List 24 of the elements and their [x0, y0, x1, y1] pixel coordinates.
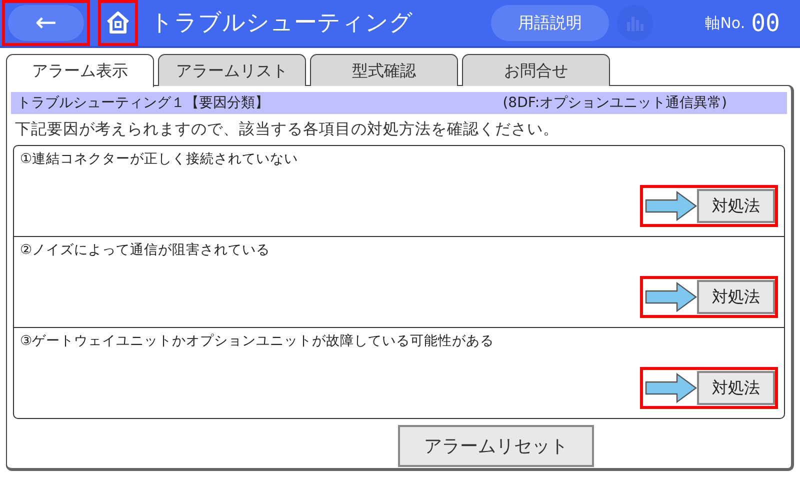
- arrow-icon: [645, 281, 697, 314]
- bar-chart-icon: [626, 15, 644, 31]
- remedy-button[interactable]: 対処法: [697, 371, 775, 406]
- remedy-button[interactable]: 対処法: [697, 189, 775, 224]
- tab[interactable]: アラームリスト: [158, 54, 306, 86]
- arrow-icon: [645, 372, 697, 404]
- tab[interactable]: お問合せ: [462, 54, 610, 86]
- section-title: トラブルシューティング１【要因分類】: [17, 94, 269, 112]
- cause-text: ①連結コネクターが正しく接続されていない: [20, 150, 300, 170]
- axis-label: 軸No.: [705, 12, 746, 34]
- alarm-reset-button[interactable]: アラームリセット: [398, 425, 594, 468]
- screen-title: トラブルシューティング: [150, 8, 413, 38]
- cause-text: ②ノイズによって通信が阻害されている: [20, 241, 272, 260]
- alarm-code: (8DF:オプションユニット通信異常): [502, 94, 727, 112]
- axis-number: 00: [751, 8, 780, 39]
- cause-text: ③ゲートウェイユニットかオプションユニットが故障している可能性がある: [20, 332, 496, 352]
- home-button[interactable]: [98, 0, 138, 46]
- instruction-text: 下記要因が考えられますので、該当する各項目の対処方法を確認ください。: [15, 119, 560, 140]
- remedy-button[interactable]: 対処法: [697, 280, 775, 314]
- glossary-button[interactable]: 用語説明: [491, 5, 610, 41]
- tab[interactable]: アラーム表示: [6, 54, 154, 87]
- arrow-icon: [645, 190, 697, 222]
- home-icon: [105, 10, 131, 36]
- tab[interactable]: 型式確認: [310, 54, 458, 86]
